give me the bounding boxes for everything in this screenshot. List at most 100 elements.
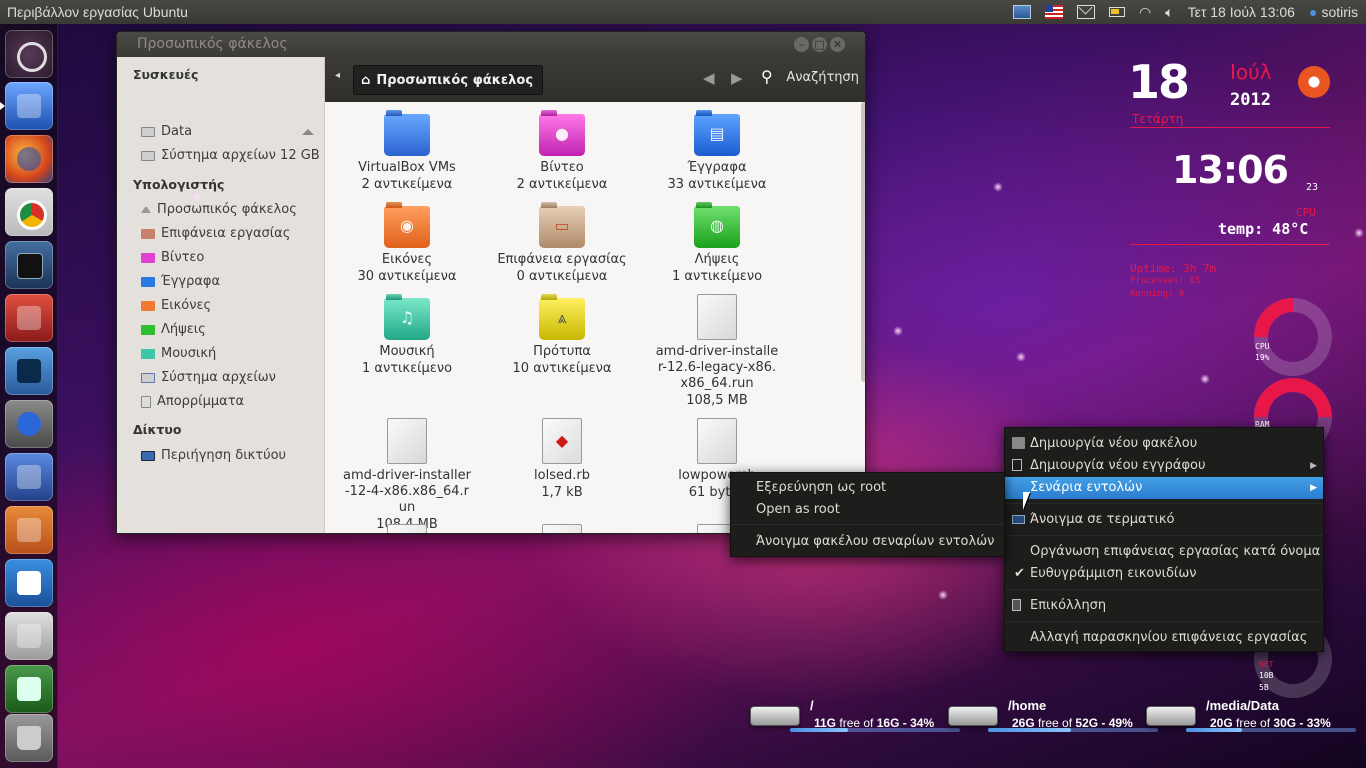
drive-usage-bar (1186, 728, 1242, 732)
conky-day: 18 (1128, 55, 1190, 109)
eject-icon[interactable] (302, 129, 314, 135)
file-item-documents[interactable]: ▤ Έγγραφα 33 αντικείμενα (647, 114, 787, 194)
user-menu[interactable]: ● sotiris (1309, 4, 1358, 20)
writer-icon[interactable] (5, 559, 53, 607)
folder-icon[interactable] (5, 82, 53, 130)
sidebar-item-downloads[interactable]: Λήψεις (141, 320, 206, 340)
spreadsheet-icon[interactable] (5, 665, 53, 713)
menu-item-align-icons[interactable]: ✔ Ευθυγράμμιση εικονιδίων (1005, 563, 1323, 585)
location-label: Προσωπικός φάκελος (376, 72, 534, 88)
file-item-amd-driver[interactable]: amd-driver-installer-12-4-x86.x86_64.run… (337, 418, 477, 533)
paste-icon (1012, 599, 1021, 611)
menu-item-new-document[interactable]: Δημιουργία νέου εγγράφου ▶ (1005, 455, 1323, 477)
ubuntu-bfb-icon[interactable] (5, 30, 53, 78)
sparkle (893, 326, 903, 336)
us-flag-icon[interactable] (1044, 5, 1063, 19)
menu-item-scripts[interactable]: Σενάρια εντολών ▶ (1005, 477, 1323, 499)
sidebar-item-pictures[interactable]: Εικόνες (141, 296, 211, 316)
wifi-icon[interactable]: ◠ (1139, 4, 1151, 21)
menu-item-open-terminal[interactable]: Άνοιγμα σε τερματικό (1005, 509, 1323, 531)
sidebar-item-network[interactable]: Περιήγηση δικτύου (141, 446, 286, 466)
drive-mount: / (810, 698, 814, 713)
menu-item-organize-by-name[interactable]: Οργάνωση επιφάνειας εργασίας κατά όνομα (1005, 541, 1323, 563)
back-arrow-icon[interactable]: ◀ (703, 69, 715, 87)
file-item-downloads[interactable]: ◍ Λήψεις 1 αντικείμενο (647, 206, 787, 286)
minimize-button[interactable]: – (794, 37, 809, 52)
drive-usage-bar (790, 728, 848, 732)
menu-item-label: Open as root (756, 502, 840, 517)
clock[interactable]: Τετ 18 Ιούλ 13:06 (1188, 4, 1295, 20)
folder-icon (384, 114, 430, 156)
sidebar-item-label: Σύστημα αρχείων (161, 370, 276, 385)
volume-icon[interactable]: 🔈︎ (1165, 4, 1173, 21)
file-item-virtualbox-vms[interactable]: VirtualBox VMs 2 αντικείμενα (337, 114, 477, 194)
update-icon[interactable] (5, 294, 53, 342)
image-viewer-icon[interactable] (1012, 5, 1031, 19)
maximize-button[interactable]: □ (812, 37, 827, 52)
window-title-label: Προσωπικός φάκελος (137, 36, 288, 52)
toolbar: ◂ ⌂ Προσωπικός φάκελος ◀ ▶ ⚲ Αναζήτηση (325, 57, 865, 102)
terminal-icon[interactable] (5, 241, 53, 289)
firefox-icon[interactable] (5, 135, 53, 183)
sidebar-item-filesystem[interactable]: Σύστημα αρχείων (141, 368, 276, 388)
file-item-templates[interactable]: ⩓ Πρότυπα 10 αντικείμενα (492, 298, 632, 378)
file-name: amd-driver-installer-12.6-legacy-x86.x86… (655, 344, 779, 391)
search-label[interactable]: Αναζήτηση (786, 70, 859, 85)
sidebar-item-filesystem-12gb[interactable]: Σύστημα αρχείων 12 GB (141, 146, 320, 166)
scrollbar[interactable] (861, 102, 865, 382)
sidebar-item-data[interactable]: Data (141, 122, 192, 142)
shopping-bag-icon[interactable] (5, 506, 53, 554)
file-item-partial[interactable] (492, 524, 632, 533)
settings-icon[interactable] (5, 400, 53, 448)
battery-icon[interactable] (1108, 7, 1125, 17)
file-name: Λήψεις (694, 252, 740, 267)
sidebar-item-documents[interactable]: Έγγραφα (141, 272, 220, 292)
submenu-item-open-as-root[interactable]: Open as root (731, 499, 1004, 521)
submenu-item-open-scripts-folder[interactable]: Άνοιγμα φακέλου σεναρίων εντολών (731, 531, 1004, 553)
sidebar-item-videos[interactable]: Βίντεο (141, 248, 204, 268)
menu-item-new-folder[interactable]: Δημιουργία νέου φακέλου (1005, 433, 1323, 455)
sidebar-item-desktop[interactable]: Επιφάνεια εργασίας (141, 224, 290, 244)
window-titlebar[interactable]: Προσωπικός φάκελος – □ ✕ (117, 32, 865, 57)
menu-item-change-background[interactable]: Αλλαγή παρασκηνίου επιφάνειας εργασίας (1005, 627, 1323, 649)
close-button[interactable]: ✕ (830, 37, 845, 52)
file-item-pictures[interactable]: ◉ Εικόνες 30 αντικείμενα (337, 206, 477, 286)
install-icon[interactable] (5, 453, 53, 501)
sidebar-item-trash[interactable]: Απορρίμματα (141, 392, 244, 412)
sidebar-item-label: Μουσική (161, 346, 217, 361)
file-item-desktop[interactable]: ▭ Επιφάνεια εργασίας 0 αντικείμενα (492, 206, 632, 286)
sidebar-item-label: Data (161, 124, 193, 139)
monitor-icon[interactable] (5, 347, 53, 395)
conky-month: Ιούλ (1230, 60, 1272, 84)
sidebar-heading-computer: Υπολογιστής (133, 177, 225, 192)
file-meta: 30 αντικείμενα (357, 269, 457, 284)
conky-time: 13:06 (1172, 148, 1289, 192)
new-folder-icon (1012, 437, 1025, 449)
sidebar-item-label: Επιφάνεια εργασίας (161, 226, 291, 241)
menu-item-paste[interactable]: Επικόλληση (1005, 595, 1323, 617)
forward-arrow-icon[interactable]: ▶ (731, 69, 743, 87)
net-up: 5B (1259, 683, 1269, 692)
pictures-folder-icon: ◉ (384, 206, 430, 248)
file-item-amd-driver-legacy[interactable]: amd-driver-installer-12.6-legacy-x86.x86… (647, 294, 787, 410)
sidebar-item-label: Βίντεο (161, 250, 205, 265)
file-item-partial[interactable] (337, 524, 477, 533)
trash-icon[interactable] (5, 714, 53, 762)
chrome-icon[interactable] (5, 188, 53, 236)
location-button[interactable]: ⌂ Προσωπικός φάκελος (353, 65, 544, 95)
search-icon[interactable]: ⚲ (761, 67, 773, 86)
submenu-item-explore-as-root[interactable]: Εξερεύνηση ως root (731, 477, 1004, 499)
file-item-music[interactable]: ♫ Μουσική 1 αντικείμενο (337, 298, 477, 378)
file-name: Έγγραφα (687, 160, 747, 175)
file-meta: 0 αντικείμενα (516, 269, 608, 284)
sidebar-item-music[interactable]: Μουσική (141, 344, 216, 364)
sidebar-item-home[interactable]: Προσωπικός φάκελος (141, 200, 297, 220)
conky-uptime: Uptime: 3h 7m (1130, 262, 1217, 275)
cpu-gauge-label: CPU (1255, 342, 1270, 351)
pen-icon[interactable] (5, 612, 53, 660)
file-item-videos[interactable]: ● Βίντεο 2 αντικείμενα (492, 114, 632, 194)
menu-item-label: Εξερεύνηση ως root (756, 480, 887, 495)
file-item-lolsed[interactable]: ◆ lolsed.rb 1,7 kB (492, 418, 632, 502)
chevron-left-icon[interactable]: ◂ (335, 70, 340, 81)
mail-icon[interactable] (1076, 5, 1095, 19)
